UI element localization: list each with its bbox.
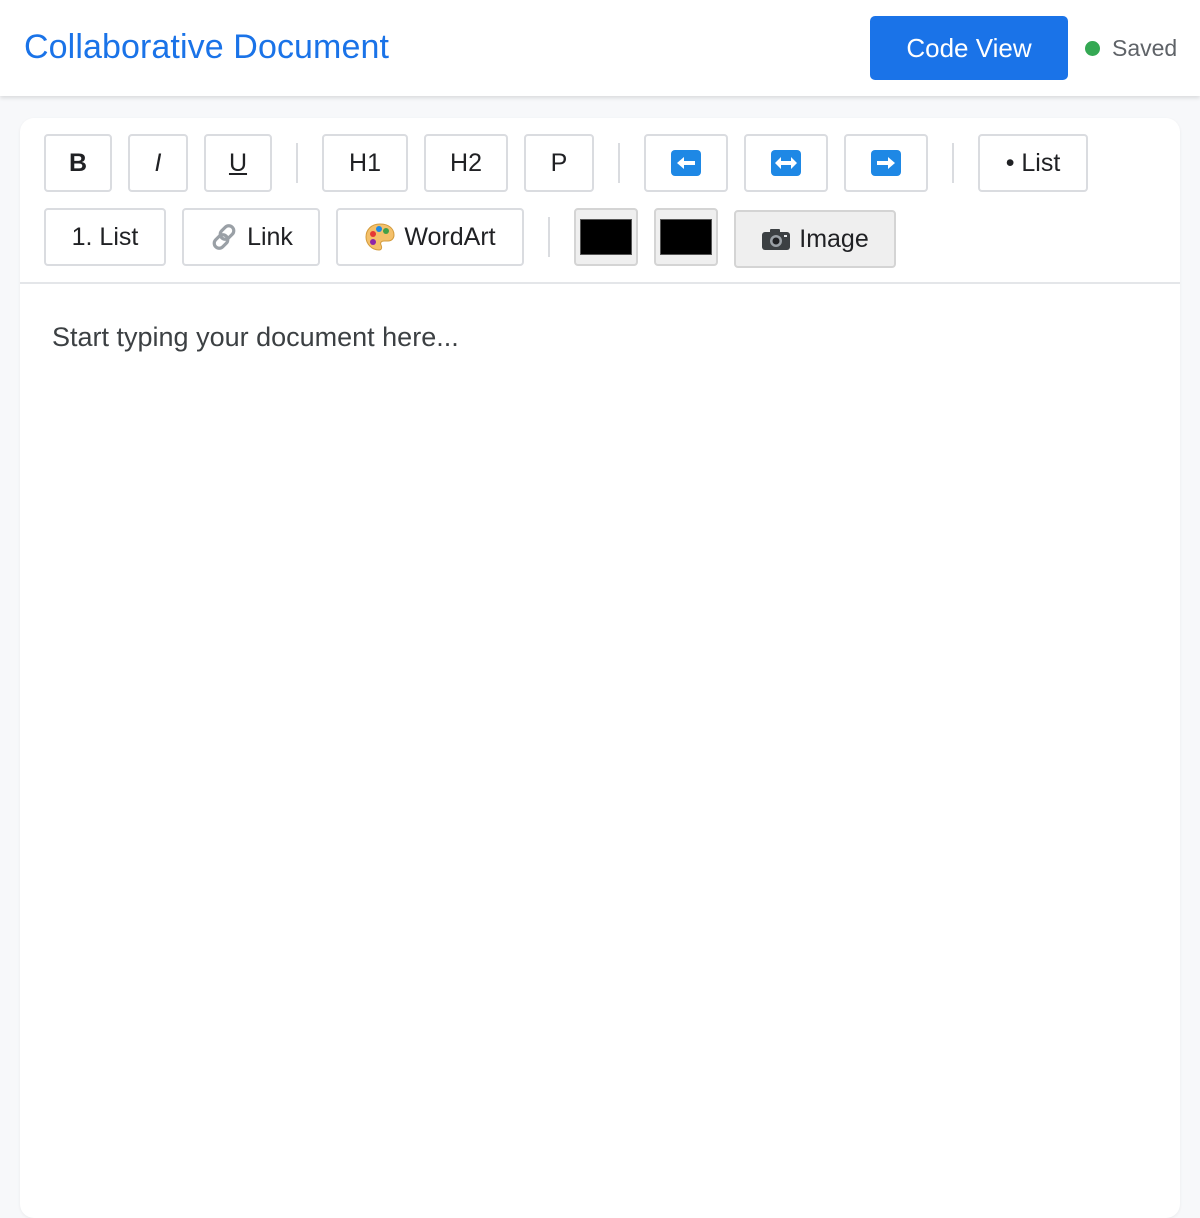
- bullet-list-button[interactable]: • List: [978, 134, 1088, 192]
- wordart-label: WordArt: [404, 222, 496, 251]
- paragraph-button[interactable]: P: [524, 134, 594, 192]
- page-title: Collaborative Document: [24, 28, 390, 66]
- formatting-toolbar: B I U H1 H2 P • List 1. List Link WordAr…: [20, 118, 1180, 284]
- insert-image-button[interactable]: Image: [734, 210, 896, 268]
- align-left-button[interactable]: [644, 134, 728, 192]
- code-view-button[interactable]: Code View: [870, 16, 1068, 80]
- underline-button[interactable]: U: [204, 134, 272, 192]
- link-button[interactable]: Link: [182, 208, 320, 266]
- heading1-button[interactable]: H1: [322, 134, 408, 192]
- toolbar-divider: [296, 143, 298, 183]
- document-content-area[interactable]: Start typing your document here...: [20, 286, 1180, 1216]
- right-arrow-icon: [871, 150, 901, 176]
- status-text: Saved: [1112, 34, 1178, 61]
- text-color-picker[interactable]: [574, 208, 638, 266]
- align-right-button[interactable]: [844, 134, 928, 192]
- wordart-button[interactable]: WordArt: [336, 208, 524, 266]
- numbered-list-button[interactable]: 1. List: [44, 208, 166, 266]
- palette-icon: [364, 222, 396, 252]
- editor-placeholder: Start typing your document here...: [52, 322, 459, 352]
- highlight-color-swatch: [660, 219, 712, 255]
- camera-icon: [761, 227, 791, 251]
- image-label: Image: [799, 224, 869, 253]
- link-label: Link: [247, 222, 293, 251]
- editor-panel: B I U H1 H2 P • List 1. List Link WordAr…: [20, 118, 1180, 1218]
- bold-button[interactable]: B: [44, 134, 112, 192]
- app-header: Collaborative Document Code View Saved: [0, 0, 1200, 96]
- text-color-swatch: [580, 219, 632, 255]
- italic-button[interactable]: I: [128, 134, 188, 192]
- highlight-color-picker[interactable]: [654, 208, 718, 266]
- left-arrow-icon: [671, 150, 701, 176]
- align-center-button[interactable]: [744, 134, 828, 192]
- toolbar-divider: [952, 143, 954, 183]
- toolbar-divider: [618, 143, 620, 183]
- save-status: Saved: [1085, 34, 1177, 62]
- left-right-arrow-icon: [771, 150, 801, 176]
- link-icon: [209, 222, 239, 252]
- heading2-button[interactable]: H2: [424, 134, 508, 192]
- toolbar-divider: [548, 217, 550, 257]
- status-dot-icon: [1085, 40, 1100, 56]
